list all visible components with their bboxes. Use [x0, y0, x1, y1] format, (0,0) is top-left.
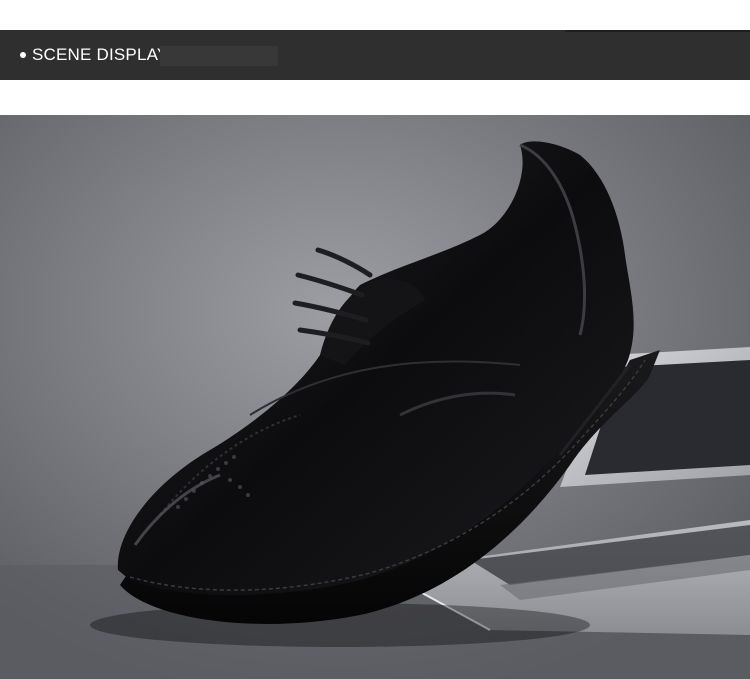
header-top-edge — [565, 30, 750, 32]
scene-illustration — [0, 115, 750, 679]
section-title: SCENE DISPLAY — [20, 30, 168, 80]
section-title-text: SCENE DISPLAY — [32, 45, 169, 64]
product-scene-photo — [0, 115, 750, 679]
section-header: SCENE DISPLAY — [0, 30, 750, 80]
bullet-icon — [20, 52, 26, 58]
header-shade-block — [160, 46, 278, 66]
